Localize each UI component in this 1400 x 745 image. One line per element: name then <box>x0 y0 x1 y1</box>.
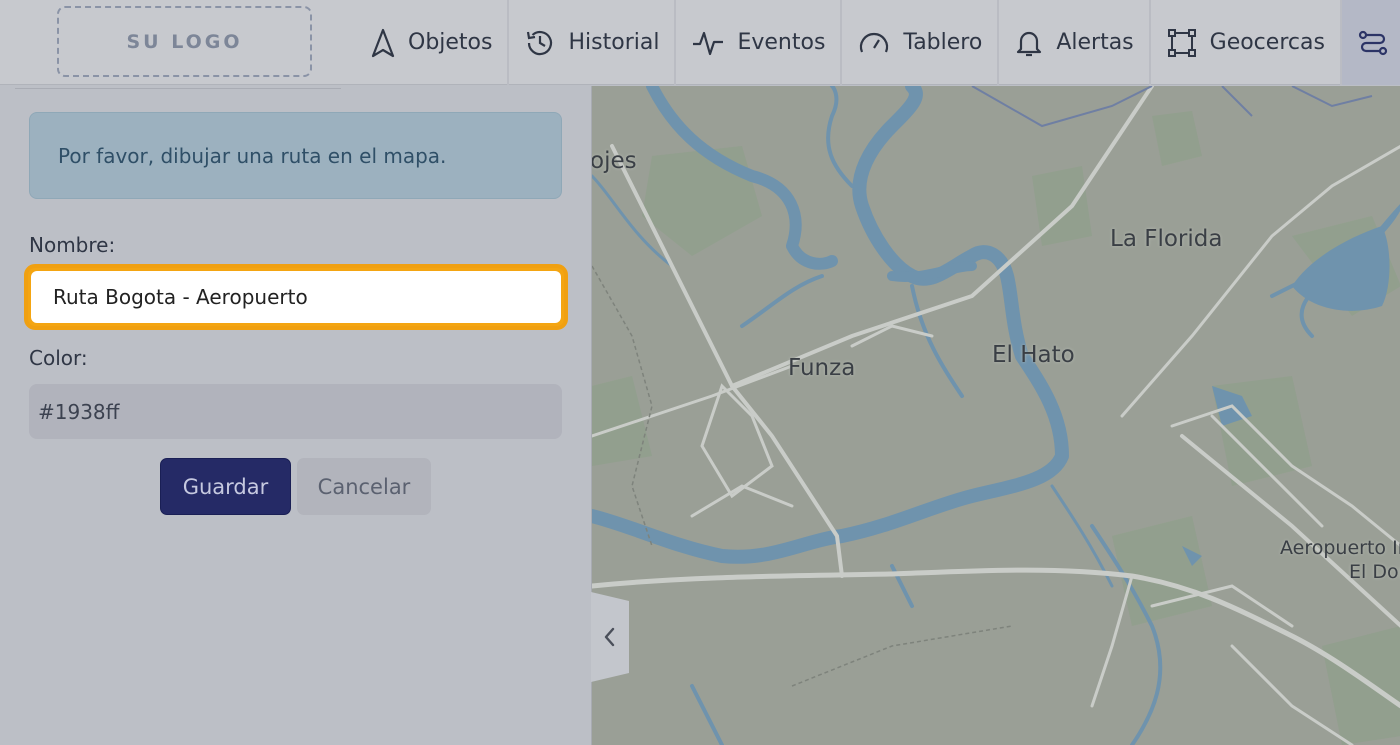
geofence-icon <box>1167 28 1196 57</box>
nav-item-eventos[interactable]: Eventos <box>676 0 843 85</box>
bell-icon <box>1017 31 1042 56</box>
nav-label: Historial <box>568 30 660 55</box>
main-nav: Objetos Historial Eventos Tablero Alerta… <box>355 0 1400 85</box>
top-bar: SU LOGO Objetos Historial Eventos Tabler… <box>0 0 1400 85</box>
nav-label: Objetos <box>408 30 493 55</box>
save-button[interactable]: Guardar <box>160 458 291 515</box>
chevron-left-icon <box>604 627 615 647</box>
route-icon <box>1358 30 1388 55</box>
history-icon <box>527 30 553 55</box>
color-input[interactable]: #1938ff <box>29 384 562 439</box>
nav-item-rutas[interactable]: R <box>1341 0 1400 85</box>
map-label-el-hato: El Hato <box>992 342 1075 368</box>
nav-item-historial[interactable]: Historial <box>509 0 677 85</box>
logo: SU LOGO <box>57 6 312 77</box>
nav-item-tablero[interactable]: Tablero <box>842 0 1000 85</box>
map-tiles <box>592 86 1400 745</box>
activity-icon <box>693 31 724 55</box>
navigation-arrow-icon <box>371 28 395 57</box>
gauge-icon <box>860 32 889 52</box>
route-name-input[interactable]: Ruta Bogota - Aeropuerto <box>24 264 568 330</box>
divider <box>15 88 341 89</box>
nav-label: Alertas <box>1056 30 1134 55</box>
map-label-funza: Funza <box>788 355 856 381</box>
map-label-aeropuerto: Aeropuerto In <box>1280 537 1400 559</box>
info-alert: Por favor, dibujar una ruta en el mapa. <box>29 112 562 199</box>
map-view[interactable]: ojes La Florida Funza El Hato Aeropuerto… <box>591 86 1400 745</box>
route-form-panel: Por favor, dibujar una ruta en el mapa. … <box>0 86 591 745</box>
map-label-ojes: ojes <box>591 148 637 174</box>
map-label-el-dorado: El Dor <box>1349 561 1400 583</box>
nav-item-geocercas[interactable]: Geocercas <box>1151 0 1342 85</box>
collapse-panel-button[interactable] <box>591 592 629 682</box>
nav-label: Eventos <box>737 30 826 55</box>
map-label-la-florida: La Florida <box>1110 226 1223 252</box>
nav-item-alertas[interactable]: Alertas <box>999 0 1151 85</box>
cancel-button[interactable]: Cancelar <box>297 458 431 515</box>
route-name-value[interactable]: Ruta Bogota - Aeropuerto <box>31 271 561 323</box>
nav-label: Geocercas <box>1209 30 1325 55</box>
nav-item-objetos[interactable]: Objetos <box>355 0 510 85</box>
nav-label: Tablero <box>903 30 983 55</box>
color-label: Color: <box>29 346 88 370</box>
name-label: Nombre: <box>29 233 116 257</box>
